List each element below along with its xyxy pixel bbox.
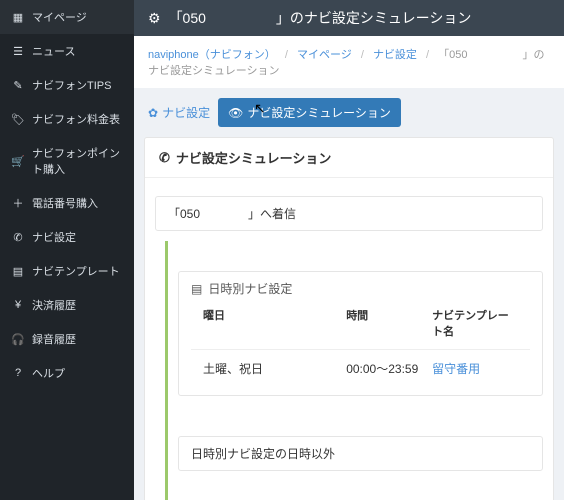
sidebar-item-help[interactable]: ? ヘルプ xyxy=(0,356,134,390)
sidebar: ▦ マイページ ☰ ニュース ✎ ナビフォンTIPS 🏷 ナビフォン料金表 🛒 ナビフォン… xyxy=(0,0,134,500)
dashboard-icon: ▦ xyxy=(12,11,24,24)
template-link[interactable]: 留守番用 xyxy=(432,362,480,376)
table-row: 土曜、祝日 00:00～23:59 留守番用 xyxy=(191,350,530,387)
sidebar-item-navisetting[interactable]: ✆ ナビ設定 xyxy=(0,220,134,254)
sidebar-item-label: ナビフォンポイント購入 xyxy=(32,145,122,177)
navisetting-link[interactable]: ✿ ナビ設定 xyxy=(148,104,210,121)
toolbar: ✿ ナビ設定 👁 ナビ設定シミュレーション xyxy=(134,88,564,137)
breadcrumb-link[interactable]: naviphone（ナビフォン） xyxy=(148,49,276,61)
main: ⚙ 「050 」のナビ設定シミュレーション naviphone（ナビフォン） /… xyxy=(134,0,564,500)
breadcrumb-sep: / xyxy=(426,49,429,61)
th-day: 曜日 xyxy=(203,307,346,339)
help-icon: ? xyxy=(12,367,24,379)
headphones-icon: 🎧 xyxy=(12,333,24,346)
th-template: ナビテンプレート名 xyxy=(432,307,518,339)
timeline: ▤ 日時別ナビ設定 曜日 時間 ナビテンプレート名 土曜、祝日 00:00～23… xyxy=(165,241,543,500)
daytime-node: ▤ 日時別ナビ設定 曜日 時間 ナビテンプレート名 土曜、祝日 00:00～23… xyxy=(178,271,543,396)
sidebar-item-template[interactable]: ▤ ナビテンプレート xyxy=(0,254,134,288)
sidebar-item-payments[interactable]: ¥ 決済履歴 xyxy=(0,288,134,322)
sidebar-item-label: 決済履歴 xyxy=(32,297,76,313)
breadcrumb-sep: / xyxy=(285,49,288,61)
cart-icon: 🛒 xyxy=(12,155,24,168)
sidebar-item-buynumber[interactable]: ＋ 電話番号購入 xyxy=(0,186,134,220)
panel-title: ナビ設定シミュレーション xyxy=(176,148,331,167)
eye-icon: 👁 xyxy=(228,106,243,120)
incoming-label: 「050 」へ着信 xyxy=(168,207,296,221)
yen-icon: ¥ xyxy=(12,299,24,311)
sidebar-item-pricing[interactable]: 🏷 ナビフォン料金表 xyxy=(0,102,134,136)
simulation-button[interactable]: 👁 ナビ設定シミュレーション xyxy=(218,98,401,127)
sidebar-item-label: ニュース xyxy=(32,43,75,59)
sidebar-item-mypage[interactable]: ▦ マイページ xyxy=(0,0,134,34)
cell-time: 00:00～23:59 xyxy=(346,360,432,377)
pencil-icon: ✎ xyxy=(12,79,24,92)
sidebar-item-label: ヘルプ xyxy=(32,365,65,381)
simulation-panel: ✆ ナビ設定シミュレーション 「050 」へ着信 ▤ 日時別ナビ設定 曜日 時間 xyxy=(144,137,554,500)
file-icon: ▤ xyxy=(12,265,24,278)
panel-head: ✆ ナビ設定シミュレーション xyxy=(145,138,553,178)
sidebar-item-label: ナビフォンTIPS xyxy=(32,77,111,93)
page-title: 「050 」のナビ設定シミュレーション xyxy=(169,8,472,28)
sidebar-item-recordings[interactable]: 🎧 録音履歴 xyxy=(0,322,134,356)
list-icon: ☰ xyxy=(12,45,24,58)
plus-icon: ＋ xyxy=(12,195,24,211)
button-label: ナビ設定シミュレーション xyxy=(247,104,391,121)
sidebar-item-news[interactable]: ☰ ニュース xyxy=(0,34,134,68)
gear-icon: ⚙ xyxy=(148,10,161,27)
breadcrumb-sep: / xyxy=(361,49,364,61)
other-node: 日時別ナビ設定の日時以外 xyxy=(178,436,543,471)
th-time: 時間 xyxy=(346,307,432,339)
phone-icon: ✆ xyxy=(12,231,24,244)
panel-body: 「050 」へ着信 ▤ 日時別ナビ設定 曜日 時間 ナビテンプレート名 xyxy=(145,178,553,500)
phone-icon: ✆ xyxy=(159,150,170,166)
sidebar-item-label: ナビ設定 xyxy=(32,229,76,245)
page-header: ⚙ 「050 」のナビ設定シミュレーション xyxy=(134,0,564,36)
link-label: ナビ設定 xyxy=(162,104,210,121)
cell-day: 土曜、祝日 xyxy=(203,360,346,377)
gear-icon: ✿ xyxy=(148,106,158,120)
daytime-title: 日時別ナビ設定 xyxy=(208,280,292,297)
other-label: 日時別ナビ設定の日時以外 xyxy=(191,447,335,461)
sidebar-item-points[interactable]: 🛒 ナビフォンポイント購入 xyxy=(0,136,134,186)
sidebar-item-label: マイページ xyxy=(32,9,87,25)
incoming-node: 「050 」へ着信 xyxy=(155,196,543,231)
breadcrumb-link[interactable]: マイページ xyxy=(297,49,352,61)
sidebar-item-label: 電話番号購入 xyxy=(32,195,98,211)
calendar-icon: ▤ xyxy=(191,282,202,296)
sidebar-item-label: ナビフォン料金表 xyxy=(32,111,120,127)
tag-icon: 🏷 xyxy=(12,113,24,126)
sidebar-item-label: 録音履歴 xyxy=(32,331,76,347)
breadcrumb-link[interactable]: ナビ設定 xyxy=(373,49,417,61)
sidebar-item-label: ナビテンプレート xyxy=(32,263,120,279)
sidebar-item-tips[interactable]: ✎ ナビフォンTIPS xyxy=(0,68,134,102)
breadcrumb: naviphone（ナビフォン） / マイページ / ナビ設定 / 「050 」… xyxy=(134,36,564,88)
